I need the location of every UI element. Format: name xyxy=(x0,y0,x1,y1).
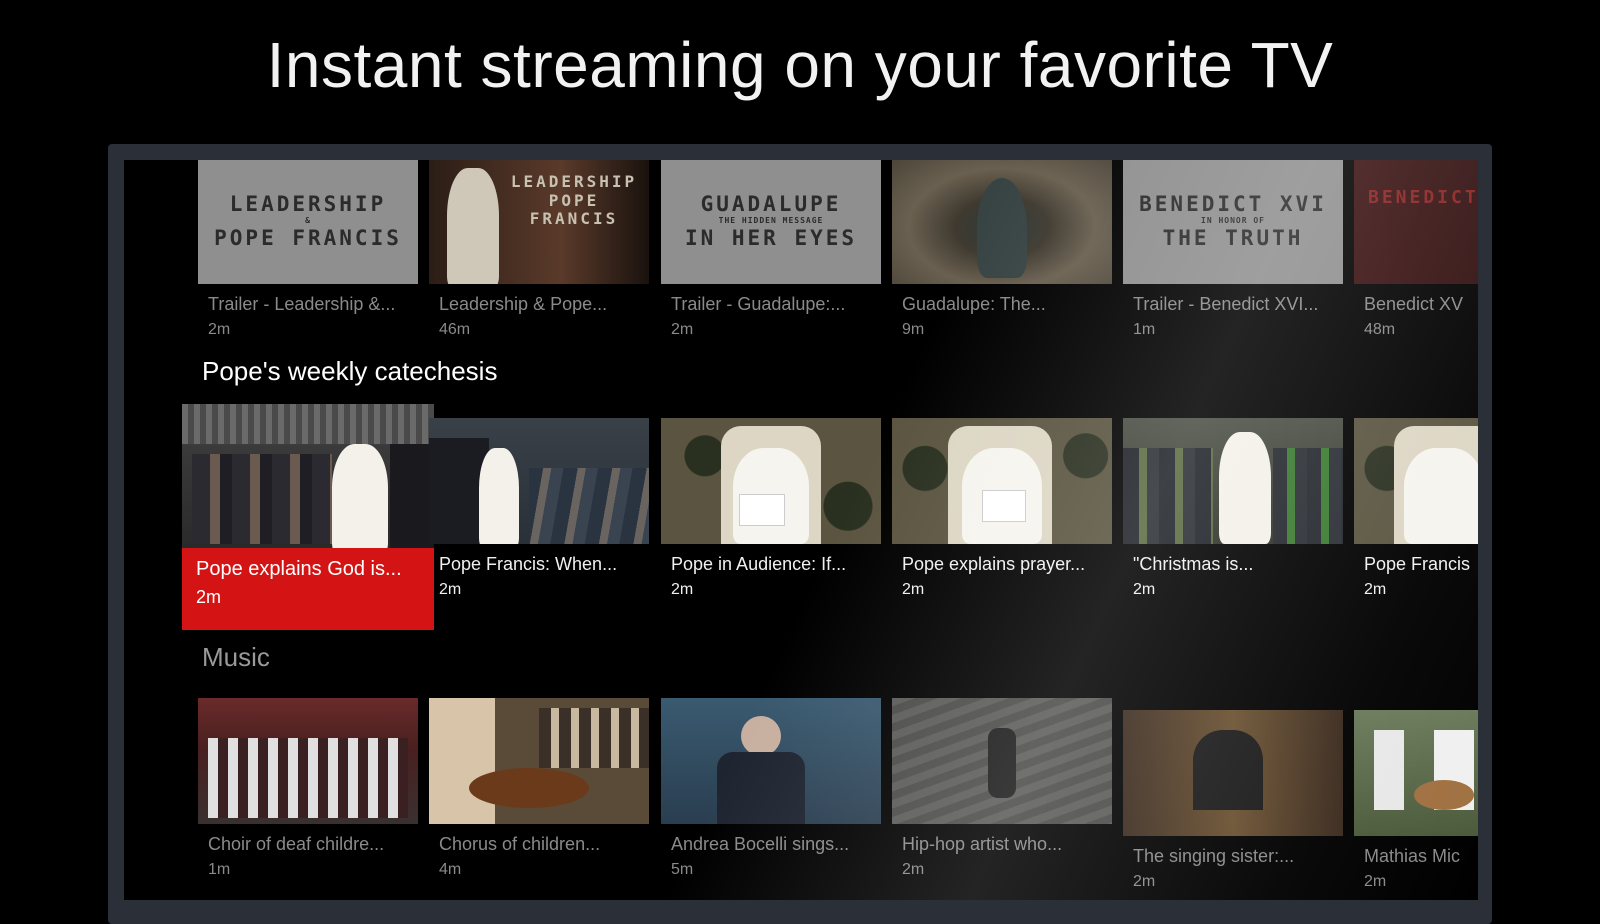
video-card[interactable]: Chorus of children... 4m xyxy=(429,698,649,879)
video-title: Pope explains God is... xyxy=(196,558,402,580)
video-thumbnail xyxy=(1123,418,1343,544)
video-title: Leadership & Pope... xyxy=(439,294,608,314)
video-card[interactable]: Pope Francis: When... 2m xyxy=(429,418,649,599)
video-thumbnail xyxy=(1123,710,1343,836)
video-card[interactable]: Hip-hop artist who... 2m xyxy=(892,698,1112,879)
tv-screen: LEADERSHIP & POPE FRANCIS Trailer - Lead… xyxy=(124,160,1478,900)
thumbnail-title-art: BENEDICT xyxy=(1368,187,1478,208)
video-duration: 2m xyxy=(439,581,462,598)
thumbnail-title-art: LEADERSHIP & POPE FRANCIS xyxy=(214,192,402,250)
video-title: Trailer - Benedict XVI... xyxy=(1133,294,1319,314)
video-duration: 2m xyxy=(208,321,231,338)
video-duration: 2m xyxy=(196,587,222,607)
video-thumbnail xyxy=(429,418,649,544)
video-title: Benedict XV xyxy=(1364,294,1464,314)
video-duration: 2m xyxy=(671,581,694,598)
video-title: Pope in Audience: If... xyxy=(671,554,847,574)
video-thumbnail xyxy=(1354,710,1478,836)
thumbnail-title-art: BENEDICT XVI IN HONOR OF THE TRUTH xyxy=(1139,192,1327,250)
video-title: The singing sister:... xyxy=(1133,846,1295,866)
video-card[interactable]: BENEDICT XVI IN HONOR OF THE TRUTH Trail… xyxy=(1123,160,1343,339)
video-title: Guadalupe: The... xyxy=(902,294,1046,314)
video-thumbnail xyxy=(892,418,1112,544)
video-duration: 2m xyxy=(671,321,694,338)
video-card[interactable]: BENEDICT Benedict XV 48m xyxy=(1354,160,1478,339)
video-duration: 1m xyxy=(208,861,231,878)
row-title-catechesis: Pope's weekly catechesis xyxy=(202,356,498,386)
video-card[interactable]: LEADERSHIP & POPE FRANCIS Trailer - Lead… xyxy=(198,160,418,339)
video-thumbnail xyxy=(892,160,1112,284)
video-card[interactable]: Guadalupe: The... 9m xyxy=(892,160,1112,339)
video-title: Mathias Mic xyxy=(1364,846,1461,866)
video-card[interactable]: "Christmas is... 2m xyxy=(1123,418,1343,599)
video-title: Hip-hop artist who... xyxy=(902,834,1063,854)
video-card[interactable]: Pope explains prayer... 2m xyxy=(892,418,1112,599)
video-title: Andrea Bocelli sings... xyxy=(671,834,850,854)
video-thumbnail: BENEDICT XVI IN HONOR OF THE TRUTH xyxy=(1123,160,1343,284)
video-thumbnail: LEADERSHIP & POPE FRANCIS xyxy=(198,160,418,284)
thumbnail-title-art: LEADERSHIP POPE FRANCIS xyxy=(510,172,638,229)
video-duration: 2m xyxy=(902,581,925,598)
video-thumbnail xyxy=(198,698,418,824)
video-thumbnail: GUADALUPE THE HIDDEN MESSAGE IN HER EYES xyxy=(661,160,881,284)
video-thumbnail xyxy=(892,698,1112,824)
video-thumbnail xyxy=(429,698,649,824)
video-card[interactable]: Pope Francis 2m xyxy=(1354,418,1478,599)
video-thumbnail xyxy=(661,418,881,544)
video-duration: 46m xyxy=(439,321,471,338)
video-card[interactable]: Pope in Audience: If... 2m xyxy=(661,418,881,599)
video-duration: 5m xyxy=(671,861,694,878)
video-thumbnail xyxy=(1354,418,1478,544)
video-duration: 2m xyxy=(1364,873,1387,890)
video-title: "Christmas is... xyxy=(1133,554,1254,574)
video-title: Trailer - Leadership &... xyxy=(208,294,396,314)
video-duration: 2m xyxy=(1133,873,1156,890)
video-duration: 2m xyxy=(1133,581,1156,598)
video-card-selected[interactable]: Pope explains God is... 2m xyxy=(182,404,434,630)
video-card[interactable]: GUADALUPE THE HIDDEN MESSAGE IN HER EYES… xyxy=(661,160,881,339)
video-thumbnail xyxy=(182,404,434,548)
video-thumbnail: LEADERSHIP POPE FRANCIS xyxy=(429,160,649,284)
video-thumbnail: BENEDICT xyxy=(1354,160,1478,284)
video-title: Trailer - Guadalupe:... xyxy=(671,294,846,314)
video-title: Chorus of children... xyxy=(439,834,601,854)
row-title-music: Music xyxy=(202,642,270,672)
thumbnail-title-art: GUADALUPE THE HIDDEN MESSAGE IN HER EYES xyxy=(684,192,858,250)
video-thumbnail xyxy=(661,698,881,824)
video-duration: 48m xyxy=(1364,321,1396,338)
video-title: Pope Francis xyxy=(1364,554,1471,574)
video-title: Pope Francis: When... xyxy=(439,554,618,574)
video-card[interactable]: Andrea Bocelli sings... 5m xyxy=(661,698,881,879)
video-card[interactable]: The singing sister:... 2m xyxy=(1123,710,1343,891)
video-title: Pope explains prayer... xyxy=(902,554,1086,574)
video-duration: 4m xyxy=(439,861,462,878)
video-duration: 2m xyxy=(1364,581,1387,598)
video-card[interactable]: Mathias Mic 2m xyxy=(1354,710,1478,891)
video-card[interactable]: LEADERSHIP POPE FRANCIS Leadership & Pop… xyxy=(429,160,649,339)
video-card[interactable]: Choir of deaf childre... 1m xyxy=(198,698,418,879)
video-duration: 2m xyxy=(902,861,925,878)
video-duration: 9m xyxy=(902,321,925,338)
video-duration: 1m xyxy=(1133,321,1156,338)
video-title: Choir of deaf childre... xyxy=(208,834,385,854)
headline: Instant streaming on your favorite TV xyxy=(266,29,1334,101)
